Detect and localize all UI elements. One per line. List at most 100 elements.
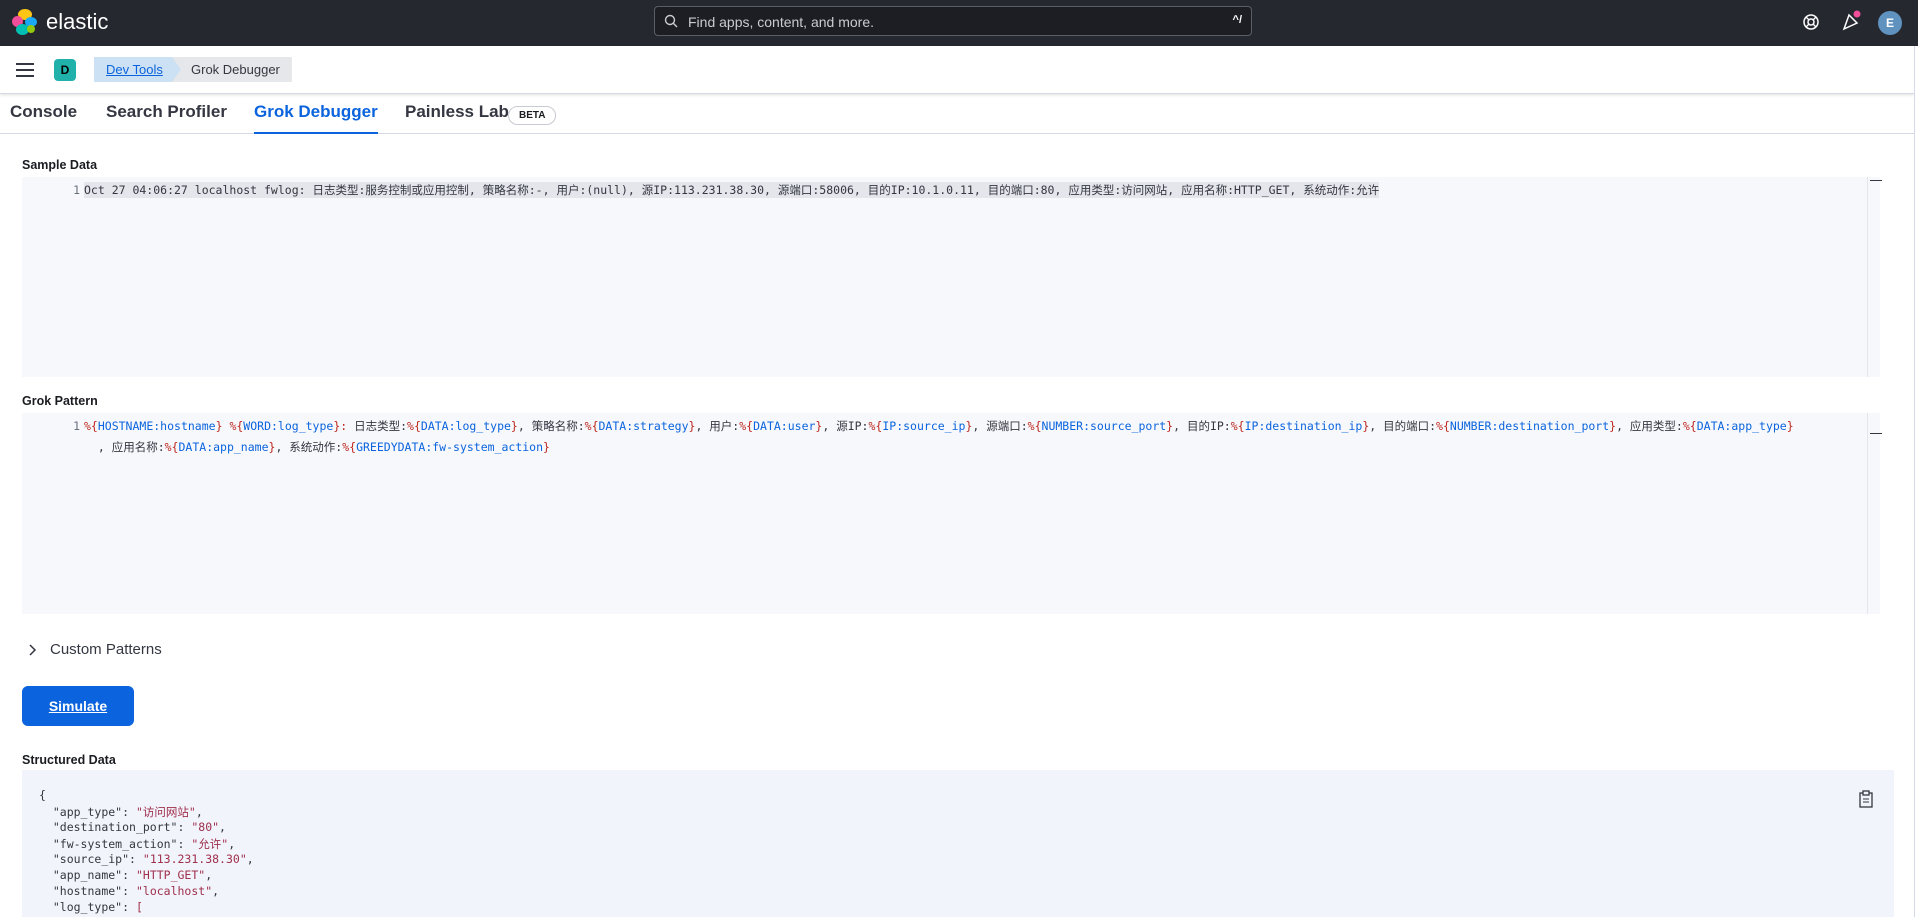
elastic-logo-icon [12,9,38,35]
grok-token: } [215,419,223,433]
json-value: "localhost" [135,884,213,898]
dev-tools-tabs: Console Search Profiler Grok Debugger Pa… [0,93,1914,134]
json-value: "80" [191,820,220,834]
global-search-input[interactable]: Find apps, content, and more. ^/ [654,6,1252,36]
grok-token: :log_type [271,419,334,433]
json-key: "hostname" [52,884,123,898]
json-key: "app_type" [52,805,123,819]
json-field-row: "fw-system_action": "允许", [52,837,236,851]
grok-token: , 目的IP: [1173,419,1231,433]
user-avatar[interactable]: E [1878,11,1902,35]
grok-token: , 应用名称: [84,440,165,454]
beta-badge: BETA [508,106,557,125]
grok-token: %{ [407,419,421,433]
space-avatar[interactable]: D [54,59,76,81]
search-icon [664,14,678,28]
json-field-row: "destination_port": "80", [52,820,226,834]
grok-token: :source_port [1083,419,1167,433]
grok-token: %{ [84,419,98,433]
search-placeholder: Find apps, content, and more. [688,14,874,30]
editor-scrollbar[interactable] [1867,177,1882,377]
grok-token: %{ [739,419,754,433]
grok-token: , 源端口: [972,419,1028,433]
grok-token: , 系统动作: [275,440,343,454]
grok-token: } [543,440,550,454]
grok-token: %{ [164,440,179,454]
grok-token: WORD [243,419,271,433]
hamburger-menu-icon[interactable] [16,62,34,78]
grok-token: :destination_ip [1258,419,1363,433]
line-number: 1 [73,183,80,197]
grok-token: NUMBER [1041,419,1084,433]
json-field-row: "source_ip": "113.231.38.30", [52,852,254,866]
json-key: "fw-system_action" [52,837,178,851]
breadcrumb-dev-tools[interactable]: Dev Tools [94,57,182,82]
custom-patterns-label: Custom Patterns [50,641,162,658]
copy-clipboard-icon[interactable] [1858,790,1874,808]
custom-patterns-toggle[interactable]: Custom Patterns [28,641,162,658]
structured-data-label: Structured Data [22,753,116,767]
json-field-row: "log_type": [ [52,900,143,914]
grok-token: , 应用类型: [1616,419,1683,433]
page-scrollbar[interactable] [1914,46,1918,917]
json-field-row: "app_type": "访问网站", [52,805,203,819]
grok-token: :fw-system_action [425,440,544,454]
grok-token: , 用户: [695,419,740,433]
grok-token: %{ [1230,419,1245,433]
help-icon[interactable] [1801,12,1821,32]
elastic-logo[interactable]: elastic [12,9,108,35]
grok-token: DATA [178,440,207,454]
editor-scrollbar[interactable] [1867,413,1882,614]
grok-token: :strategy [626,419,689,433]
tab-search-profiler[interactable]: Search Profiler [106,102,227,132]
sample-data-editor[interactable]: 1 Oct 27 04:06:27 localhost fwlog: 日志类型:… [22,177,1882,377]
chevron-right-icon [29,643,37,656]
json-key: "destination_port" [52,820,178,834]
breadcrumb-grok-debugger: Grok Debugger [172,57,292,82]
grok-token: :app_name [206,440,269,454]
grok-pattern-editor[interactable]: 1 %{HOSTNAME:hostname} %{WORD:log_type}:… [22,413,1882,614]
grok-token: } [510,419,518,433]
grok-token: %{ [1682,419,1697,433]
top-header: elastic Find apps, content, and more. ^/… [0,0,1918,46]
json-value: "113.231.38.30" [142,852,247,866]
grok-pattern-line-2: , 应用名称:%{DATA:app_name}, 系统动作:%{GREEDYDA… [84,439,550,455]
tab-grok-debugger[interactable]: Grok Debugger [254,102,378,134]
search-shortcut: ^/ [1232,14,1242,26]
grok-token: :user [780,419,816,433]
json-key: "app_name" [52,868,123,882]
tab-painless-lab[interactable]: Painless Lab [405,102,509,132]
grok-token: DATA [753,419,781,433]
breadcrumb-bar: D Dev Tools Grok Debugger [0,46,1914,94]
grok-token: , 源IP: [822,419,869,433]
grok-token: GREEDYDATA [356,440,426,454]
grok-token: NUMBER [1449,419,1492,433]
simulate-button[interactable]: Simulate [22,686,134,726]
brand-name: elastic [46,9,109,34]
json-key: "log_type" [52,900,123,914]
json-value: "访问网站" [135,805,196,819]
json-field-row: "hostname": "localhost", [52,884,220,898]
tab-console[interactable]: Console [10,102,77,132]
json-key: "source_ip" [52,852,130,866]
grok-token: %{ [342,440,357,454]
grok-token: :log_type [448,419,511,433]
grok-token: :hostname [153,419,216,433]
sample-data-label: Sample Data [22,158,98,172]
grok-token: HOSTNAME [97,419,154,433]
json-value: [ [135,900,143,914]
grok-token: } [1786,419,1794,433]
grok-token: : [340,419,355,433]
grok-token: :source_ip [896,419,966,433]
grok-token: :destination_port [1491,419,1610,433]
sample-data-text: Oct 27 04:06:27 localhost fwlog: 日志类型:服务… [84,182,1380,198]
grok-token: DATA [420,419,449,433]
grok-token: DATA [1696,419,1725,433]
grok-pattern-label: Grok Pattern [22,394,98,408]
grok-token: , 目的端口: [1369,419,1437,433]
grok-pattern-line-1: %{HOSTNAME:hostname} %{WORD:log_type}: 日… [84,418,1794,434]
grok-token: %{ [868,419,883,433]
grok-token: IP [882,419,897,433]
grok-token: :app_type [1724,419,1787,433]
news-feed-icon[interactable] [1840,10,1864,32]
